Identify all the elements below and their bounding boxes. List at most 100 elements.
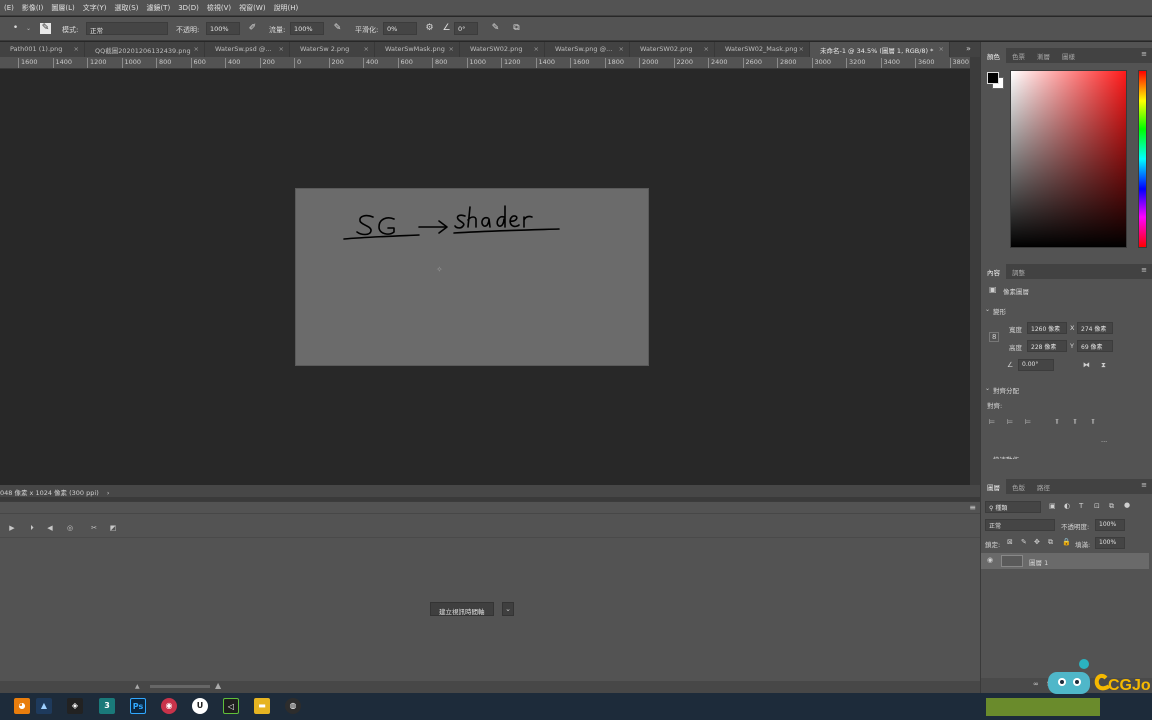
x-input[interactable]: 274 像素 (1077, 322, 1113, 334)
vscode-icon[interactable]: ◁ (223, 698, 239, 714)
chevron-down-icon[interactable]: ⌄ (985, 385, 990, 392)
zoom-out-icon[interactable]: ▲ (135, 683, 140, 690)
y-input[interactable]: 69 像素 (1077, 340, 1113, 352)
transition-icon[interactable]: ◩ (107, 522, 119, 534)
step-back-icon[interactable]: ◀ (44, 522, 56, 534)
scissors-icon[interactable]: ✂ (88, 522, 100, 534)
tab-doc-8[interactable]: WaterSW02.png × (630, 42, 715, 57)
blend-mode-select[interactable]: 正常 (985, 519, 1055, 531)
tab-patterns[interactable]: 圖樣 (1056, 48, 1081, 63)
align-center-icon[interactable]: ⊨ (1007, 418, 1013, 426)
close-icon[interactable]: × (194, 45, 199, 53)
tab-doc-3[interactable]: WaterSw.psd @... × (205, 42, 290, 57)
filter-toggle-icon[interactable]: ● (1124, 501, 1130, 509)
pressure-opacity-icon[interactable]: ✐ (247, 23, 258, 34)
menu-layer[interactable]: 圖層(L) (47, 3, 78, 13)
tab-doc-2[interactable]: QQ截圖20201206132439.png × (85, 42, 205, 57)
tab-channels[interactable]: 色版 (1006, 479, 1031, 494)
recorder-icon[interactable]: ◉ (161, 698, 177, 714)
menu-type[interactable]: 文字(Y) (79, 3, 111, 13)
opacity-input[interactable]: 100% (206, 22, 240, 35)
align-bottom-icon[interactable]: ⫪ (1091, 418, 1095, 427)
close-icon[interactable]: × (364, 45, 369, 53)
tab-doc-4[interactable]: WaterSw 2.png × (290, 42, 375, 57)
filter-pixel-icon[interactable]: ▣ (1049, 502, 1056, 510)
filter-smart-icon[interactable]: ⧉ (1109, 502, 1114, 511)
vertical-scrollbar[interactable] (970, 57, 980, 485)
link-layers-icon[interactable]: ∞ (1033, 680, 1039, 688)
menu-window[interactable]: 視窗(W) (235, 3, 269, 13)
panel-menu-icon[interactable]: ≡ (1141, 50, 1147, 58)
align-top-icon[interactable]: ⫪ (1055, 418, 1059, 427)
align-right-icon[interactable]: ⊨ (1025, 418, 1031, 426)
tab-doc-9[interactable]: WaterSW02_Mask.png × (715, 42, 810, 57)
lock-position-icon[interactable]: ✥ (1034, 538, 1040, 546)
tabs-overflow-icon[interactable]: » (966, 44, 971, 53)
close-icon[interactable]: × (74, 45, 79, 53)
lock-all-icon[interactable]: 🔒 (1062, 538, 1071, 546)
menu-help[interactable]: 說明(H) (270, 3, 303, 13)
hue-slider[interactable] (1138, 70, 1147, 248)
eye-icon[interactable]: ◉ (987, 556, 993, 564)
tab-doc-7[interactable]: WaterSw.png @... × (545, 42, 630, 57)
menu-edit[interactable]: (E) (0, 4, 18, 12)
affinity-icon[interactable]: ▲ (36, 698, 52, 714)
tab-color[interactable]: 顏色 (981, 48, 1006, 63)
color-picker-field[interactable] (1010, 70, 1127, 248)
audio-icon[interactable]: ◎ (64, 522, 76, 534)
tab-adjustments[interactable]: 調整 (1006, 264, 1031, 279)
brush-preset-icon[interactable]: • (10, 23, 21, 34)
photoshop-icon[interactable]: Ps (130, 698, 146, 714)
lock-transparency-icon[interactable]: ⊠ (1007, 538, 1013, 546)
chevron-down-icon[interactable]: ⌄ (26, 25, 31, 32)
3dsmax-icon[interactable]: 3 (99, 698, 115, 714)
filter-type-icon[interactable]: T (1079, 502, 1083, 510)
menu-filter[interactable]: 濾鏡(T) (142, 3, 174, 13)
layer-row[interactable]: ◉ 圖層 1 (981, 553, 1149, 569)
pressure-size-icon[interactable]: ✎ (490, 23, 501, 34)
zoom-in-icon[interactable]: ▲ (215, 681, 221, 690)
width-input[interactable]: 1260 像素 (1027, 322, 1067, 334)
filter-adjustment-icon[interactable]: ◐ (1064, 502, 1070, 510)
tab-swatches[interactable]: 色票 (1006, 48, 1031, 63)
tab-layers[interactable]: 圖層 (981, 479, 1006, 494)
flow-input[interactable]: 100% (290, 22, 324, 35)
height-input[interactable]: 228 像素 (1027, 340, 1067, 352)
chrome-icon[interactable]: ◍ (285, 698, 301, 714)
menu-view[interactable]: 檢視(V) (203, 3, 235, 13)
zoom-slider[interactable] (150, 685, 210, 688)
step-forward-icon[interactable]: ⏵ (26, 522, 38, 534)
flip-horizontal-icon[interactable]: ⧓ (1083, 361, 1090, 369)
layer-name[interactable]: 圖層 1 (1029, 557, 1048, 567)
tab-gradients[interactable]: 漸層 (1031, 48, 1056, 63)
layer-opacity-input[interactable]: 100% (1095, 519, 1125, 531)
create-video-timeline-button[interactable]: 建立視訊時間軸 (430, 602, 494, 616)
first-frame-icon[interactable]: ▶ (6, 522, 18, 534)
airbrush-icon[interactable]: ✎ (332, 23, 343, 34)
menu-image[interactable]: 影像(I) (18, 3, 48, 13)
tab-paths[interactable]: 路徑 (1031, 479, 1056, 494)
menu-3d[interactable]: 3D(D) (174, 4, 203, 12)
angle-input[interactable]: 0° (454, 22, 478, 35)
align-left-icon[interactable]: ⊨ (989, 418, 995, 426)
fill-input[interactable]: 100% (1095, 537, 1125, 549)
tab-properties[interactable]: 內容 (981, 264, 1006, 279)
chevron-down-icon[interactable]: ⌄ (502, 602, 514, 616)
menu-select[interactable]: 選取(S) (111, 3, 143, 13)
gear-icon[interactable]: ⚙ (424, 23, 435, 34)
symmetry-icon[interactable]: ⧉ (511, 23, 522, 34)
tab-doc-5[interactable]: WaterSwMask.png × (375, 42, 460, 57)
close-icon[interactable]: × (799, 45, 804, 53)
panel-menu-icon[interactable]: ≡ (1141, 481, 1147, 489)
tab-doc-1[interactable]: Path001 (1).png × (0, 42, 85, 57)
close-icon[interactable]: × (704, 45, 709, 53)
more-options[interactable]: ... (1101, 436, 1107, 444)
unity-icon[interactable]: ◈ (67, 698, 83, 714)
foreground-color-swatch[interactable] (987, 72, 999, 84)
tab-doc-active[interactable]: 未命名-1 @ 34.5% (圖層 1, RGB/8) * × (810, 42, 950, 57)
close-icon[interactable]: × (279, 45, 284, 53)
flip-vertical-icon[interactable]: ⧗ (1101, 361, 1106, 370)
layer-filter-select[interactable]: ⚲ 種類 (985, 501, 1041, 513)
align-middle-icon[interactable]: ⫪ (1073, 418, 1077, 427)
unreal-icon[interactable]: U (192, 698, 208, 714)
